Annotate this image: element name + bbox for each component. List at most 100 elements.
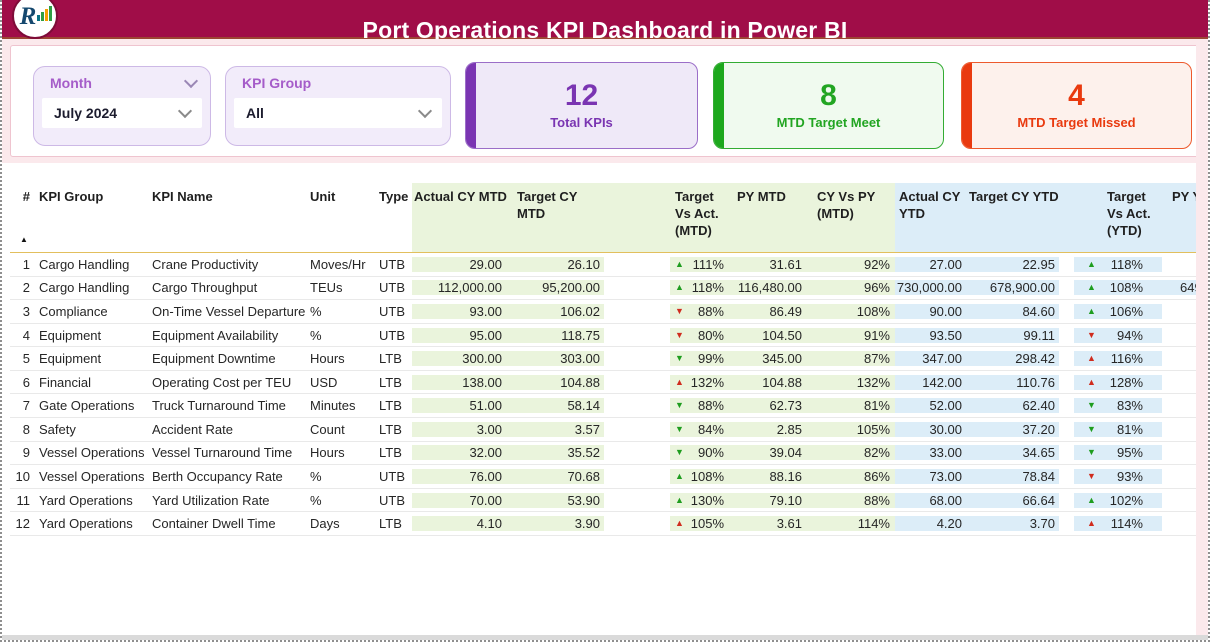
cell-type: LTB — [379, 351, 402, 367]
table-row[interactable]: 8 Safety Accident Rate Count LTB 3.00 3.… — [10, 418, 1198, 442]
table-row[interactable]: 9 Vessel Operations Vessel Turnaround Ti… — [10, 442, 1198, 466]
percent-value: 106% — [1109, 303, 1143, 319]
trend-arrow-icon: ▼ — [1087, 447, 1096, 458]
table-row[interactable]: 11 Yard Operations Yard Utilization Rate… — [10, 489, 1198, 513]
table-header-row: # KPI Group KPI Name Unit Type Actual CY… — [10, 183, 1198, 253]
cell-target-vs-actual-ytd: ▼ 94% — [1074, 327, 1162, 343]
cell-cy-vs-py-mtd: 91% — [807, 327, 895, 343]
mtd-target-meet-card[interactable]: 8 MTD Target Meet — [713, 62, 944, 149]
cell-unit: Minutes — [310, 398, 356, 414]
cell-actual-cy-ytd: 73.00 — [895, 468, 965, 484]
cell-row-number: 6 — [22, 374, 30, 390]
cell-unit: % — [310, 303, 322, 319]
kpi-table: # KPI Group KPI Name Unit Type Actual CY… — [10, 183, 1198, 536]
cell-target-cy-ytd: 3.70 — [965, 516, 1059, 532]
table-row[interactable]: 1 Cargo Handling Crane Productivity Move… — [10, 253, 1198, 277]
cell-row-number: 7 — [22, 398, 30, 414]
percent-value: 83% — [1116, 398, 1143, 414]
card-accent-bar — [962, 63, 972, 148]
cell-actual-cy-mtd: 300.00 — [412, 351, 510, 367]
cell-cy-vs-py-mtd: 81% — [807, 398, 895, 414]
cell-unit: Hours — [310, 445, 345, 461]
chevron-down-icon — [177, 103, 193, 119]
cell-cy-vs-py-mtd: 105% — [807, 421, 895, 437]
cell-type: LTB — [379, 516, 402, 532]
col-header-actual-cy-ytd[interactable]: Actual CY YTD — [895, 183, 965, 252]
table-row[interactable]: 5 Equipment Equipment Downtime Hours LTB… — [10, 347, 1198, 371]
cell-target-vs-actual-mtd: ▲ 105% — [670, 516, 729, 532]
table-row[interactable]: 10 Vessel Operations Berth Occupancy Rat… — [10, 465, 1198, 489]
cell-py-mtd: 31.61 — [729, 256, 807, 272]
cell-target-vs-actual-mtd: ▲ 108% — [670, 468, 729, 484]
cell-kpi-group: Vessel Operations — [39, 468, 145, 484]
cell-actual-cy-ytd: 52.00 — [895, 398, 965, 414]
table-row[interactable]: 3 Compliance On-Time Vessel Departure % … — [10, 300, 1198, 324]
col-header-cy-vs-py-mtd[interactable]: CY Vs PY (MTD) — [807, 183, 895, 252]
right-margin-strip — [1196, 39, 1208, 640]
month-dropdown[interactable]: July 2024 — [42, 98, 202, 128]
col-header-actual-cy-mtd[interactable]: Actual CY MTD — [412, 183, 510, 252]
cell-target-vs-actual-mtd: ▼ 99% — [670, 351, 729, 367]
percent-value: 118% — [1110, 256, 1143, 272]
cell-target-cy-mtd: 3.57 — [510, 421, 604, 437]
cell-target-vs-actual-mtd: ▼ 80% — [670, 327, 729, 343]
table-row[interactable]: 7 Gate Operations Truck Turnaround Time … — [10, 394, 1198, 419]
cell-type: UTB — [379, 303, 405, 319]
table-row[interactable]: 6 Financial Operating Cost per TEU USD L… — [10, 371, 1198, 395]
col-header-kpi-group[interactable]: KPI Group — [32, 183, 150, 252]
col-header-py-ytd[interactable]: PY YTD — [1162, 183, 1198, 252]
cell-type: LTB — [379, 445, 402, 461]
percent-value: 114% — [1110, 516, 1143, 532]
cell-py-mtd: 79.10 — [729, 492, 807, 508]
cell-kpi-group: Safety — [39, 421, 76, 437]
col-header-target-cy-ytd[interactable]: Target CY YTD — [965, 183, 1059, 252]
col-header-kpi-name[interactable]: KPI Name — [150, 183, 308, 252]
cell-row-number: 8 — [22, 421, 30, 437]
total-kpis-card[interactable]: 12 Total KPIs — [465, 62, 698, 149]
trend-arrow-icon: ▲ — [1087, 305, 1096, 316]
table-row[interactable]: 4 Equipment Equipment Availability % UTB… — [10, 324, 1198, 348]
filter-band: Month July 2024 KPI Group All 12 Total K… — [2, 39, 1208, 163]
month-dropdown-value: July 2024 — [54, 105, 118, 121]
cell-target-cy-ytd: 22.95 — [965, 256, 1059, 272]
mtd-target-missed-card[interactable]: 4 MTD Target Missed — [961, 62, 1192, 149]
cell-py-mtd: 2.85 — [729, 421, 807, 437]
col-header-py-mtd[interactable]: PY MTD — [729, 183, 807, 252]
table-row[interactable]: 2 Cargo Handling Cargo Throughput TEUs U… — [10, 277, 1198, 301]
col-header-type[interactable]: Type — [374, 183, 412, 252]
cell-target-cy-ytd: 99.11 — [965, 327, 1059, 343]
total-kpis-value: 12 — [564, 79, 599, 112]
cell-target-cy-mtd: 95,200.00 — [510, 280, 604, 296]
cell-actual-cy-ytd: 27.00 — [895, 256, 965, 272]
cell-actual-cy-ytd: 730,000.00 — [895, 280, 965, 296]
trend-arrow-icon: ▲ — [1087, 376, 1096, 387]
month-slicer-label: Month — [50, 75, 92, 91]
cell-target-vs-actual-mtd: ▼ 84% — [670, 421, 729, 437]
kpi-group-dropdown[interactable]: All — [234, 98, 442, 128]
cell-kpi-name: Container Dwell Time — [152, 516, 276, 532]
col-header-target-vs-actual-mtd[interactable]: Target Vs Act. (MTD) — [670, 183, 729, 252]
table-body: 1 Cargo Handling Crane Productivity Move… — [10, 253, 1198, 536]
col-header-target-vs-actual-ytd[interactable]: Target Vs Act. (YTD) — [1074, 183, 1162, 252]
col-header-target-cy-mtd[interactable]: Target CY MTD — [510, 183, 604, 252]
trend-arrow-icon: ▲ — [675, 518, 684, 529]
cell-kpi-name: Crane Productivity — [152, 256, 259, 272]
percent-value: 95% — [1116, 445, 1143, 461]
sort-ascending-icon[interactable]: ▲ — [20, 235, 28, 245]
cell-target-vs-actual-ytd: ▼ 95% — [1074, 445, 1162, 461]
col-header-unit[interactable]: Unit — [308, 183, 374, 252]
chevron-down-icon[interactable] — [183, 73, 199, 89]
trend-arrow-icon: ▼ — [675, 400, 684, 411]
spacer-column — [604, 183, 670, 252]
cell-actual-cy-ytd: 90.00 — [895, 303, 965, 319]
cell-kpi-group: Cargo Handling — [39, 256, 130, 272]
cell-target-cy-mtd: 53.90 — [510, 492, 604, 508]
percent-value: 81% — [1116, 421, 1143, 437]
mtd-target-missed-label: MTD Target Missed — [1017, 115, 1136, 130]
card-accent-bar — [466, 63, 476, 148]
cell-type: UTB — [379, 256, 405, 272]
cell-kpi-name: Accident Rate — [152, 421, 233, 437]
table-row[interactable]: 12 Yard Operations Container Dwell Time … — [10, 512, 1198, 536]
cell-target-vs-actual-mtd: ▲ 118% — [670, 280, 729, 296]
cell-target-cy-ytd: 110.76 — [965, 374, 1059, 390]
